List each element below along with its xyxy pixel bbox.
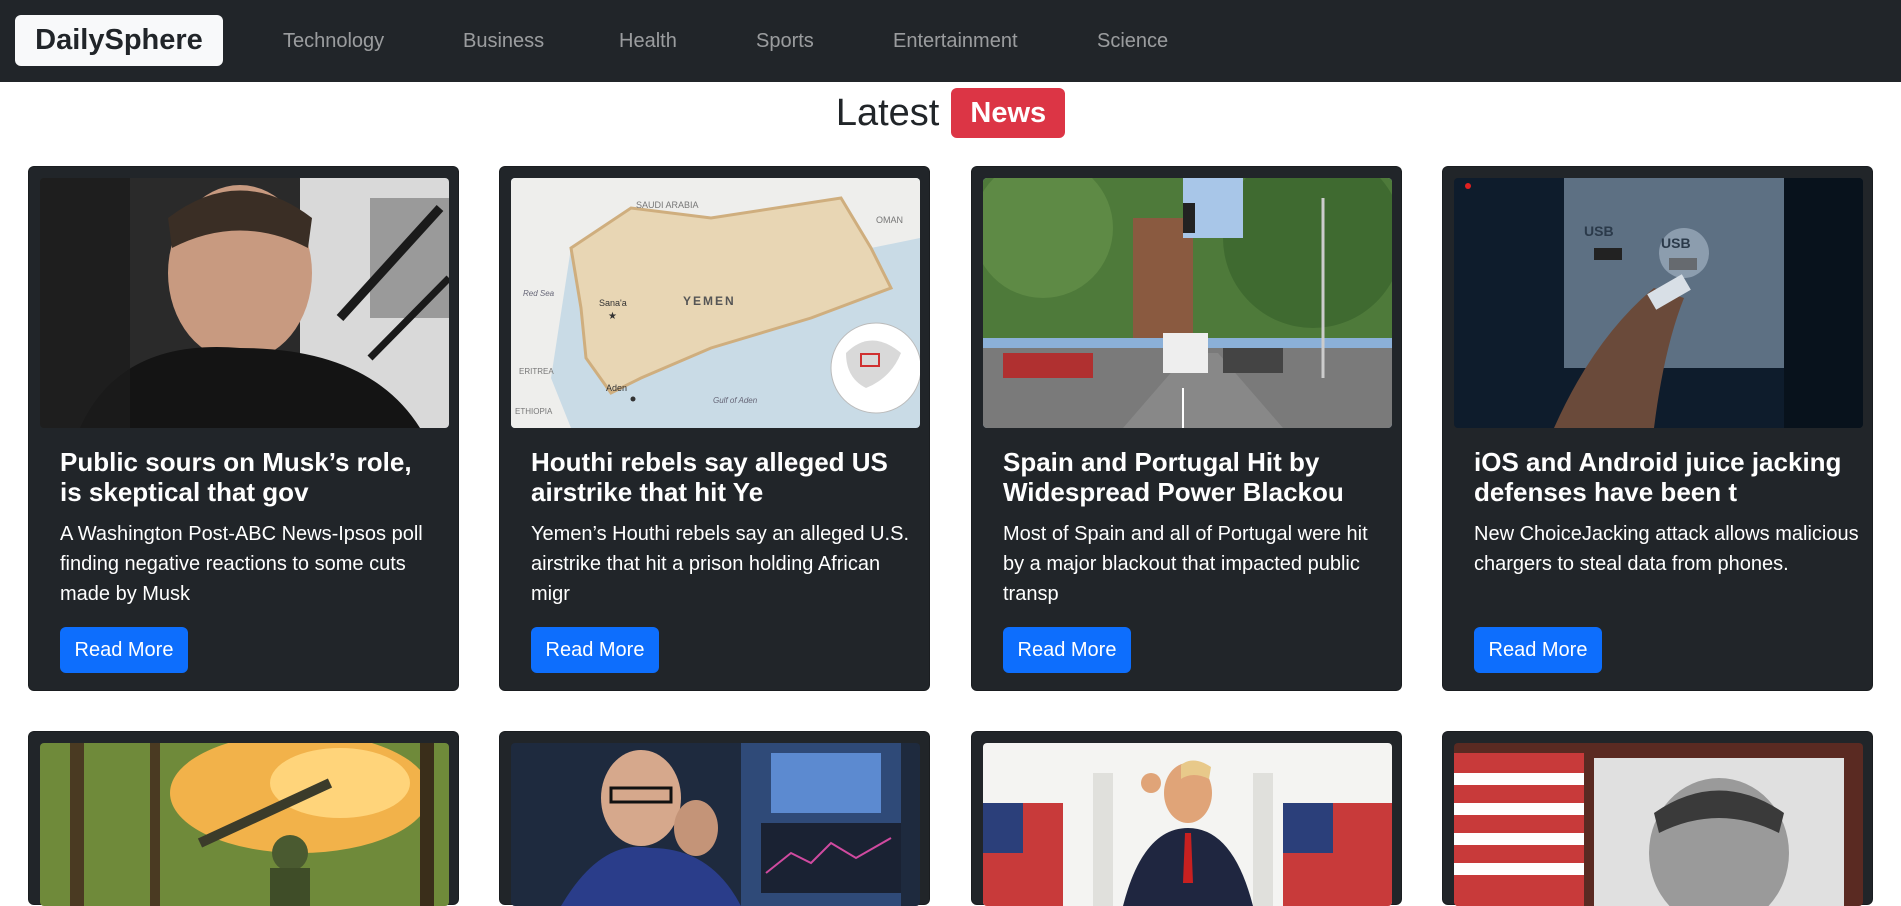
card-image-politician <box>983 743 1392 906</box>
news-card: Spain and Portugal Hit by Widespread Pow… <box>971 166 1402 691</box>
news-card: USB USB iOS and Android juice jacking de… <box>1442 166 1873 691</box>
map-label: OMAN <box>876 215 903 225</box>
nav-sports[interactable]: Sports <box>756 0 814 82</box>
card-image-yemen-map: SAUDI ARABIA OMAN YEMEN Sana'a ★ Red Sea… <box>511 178 920 428</box>
usb-label: USB <box>1661 235 1691 251</box>
card-image-portrait <box>1454 743 1863 906</box>
news-card: Public sours on Musk’s role, is skeptica… <box>28 166 459 691</box>
map-label: ERITREA <box>519 367 554 376</box>
read-more-button[interactable]: Read More <box>531 627 659 673</box>
card-image-trader <box>511 743 920 906</box>
heading-text: Latest <box>835 91 940 134</box>
card-title[interactable]: iOS and Android juice jacking defenses h… <box>1474 447 1854 507</box>
svg-text:★: ★ <box>608 311 617 322</box>
map-label: Red Sea <box>523 289 555 298</box>
news-card <box>28 731 459 906</box>
card-image-artillery <box>40 743 449 906</box>
news-card: SAUDI ARABIA OMAN YEMEN Sana'a ★ Red Sea… <box>499 166 930 691</box>
read-more-button[interactable]: Read More <box>1003 627 1131 673</box>
page-heading: Latest News <box>0 85 1901 141</box>
card-title[interactable]: Public sours on Musk’s role, is skeptica… <box>60 447 440 507</box>
news-badge: News <box>951 87 1066 139</box>
news-card <box>1442 731 1873 906</box>
card-text: New ChoiceJacking attack allows maliciou… <box>1474 523 1859 575</box>
nav-technology[interactable]: Technology <box>283 0 384 82</box>
map-label: ETHIOPIA <box>515 407 553 416</box>
nav-business[interactable]: Business <box>463 0 544 82</box>
nav-entertainment[interactable]: Entertainment <box>893 0 1018 82</box>
read-more-button[interactable]: Read More <box>60 627 188 673</box>
card-image-musk <box>40 178 449 428</box>
news-card <box>499 731 930 906</box>
map-label: Sana'a <box>599 298 627 308</box>
map-label: YEMEN <box>683 294 736 308</box>
map-label: Aden <box>606 383 627 393</box>
card-image-usb: USB USB <box>1454 178 1863 428</box>
card-title[interactable]: Spain and Portugal Hit by Widespread Pow… <box>1003 447 1383 507</box>
news-card <box>971 731 1402 906</box>
navbar: DailySphere Technology Business Health S… <box>0 0 1901 82</box>
map-label: Gulf of Aden <box>713 396 758 405</box>
map-label: SAUDI ARABIA <box>636 200 699 210</box>
card-text: A Washington Post-ABC News-Ipsos poll fi… <box>60 523 423 605</box>
nav-science[interactable]: Science <box>1097 0 1168 82</box>
card-image-street <box>983 178 1392 428</box>
brand-logo[interactable]: DailySphere <box>15 15 223 66</box>
card-text: Most of Spain and all of Portugal were h… <box>1003 523 1368 605</box>
usb-label: USB <box>1584 223 1614 239</box>
card-title[interactable]: Houthi rebels say alleged US airstrike t… <box>531 447 911 507</box>
read-more-button[interactable]: Read More <box>1474 627 1602 673</box>
card-text: Yemen’s Houthi rebels say an alleged U.S… <box>531 523 910 605</box>
nav-health[interactable]: Health <box>619 0 677 82</box>
